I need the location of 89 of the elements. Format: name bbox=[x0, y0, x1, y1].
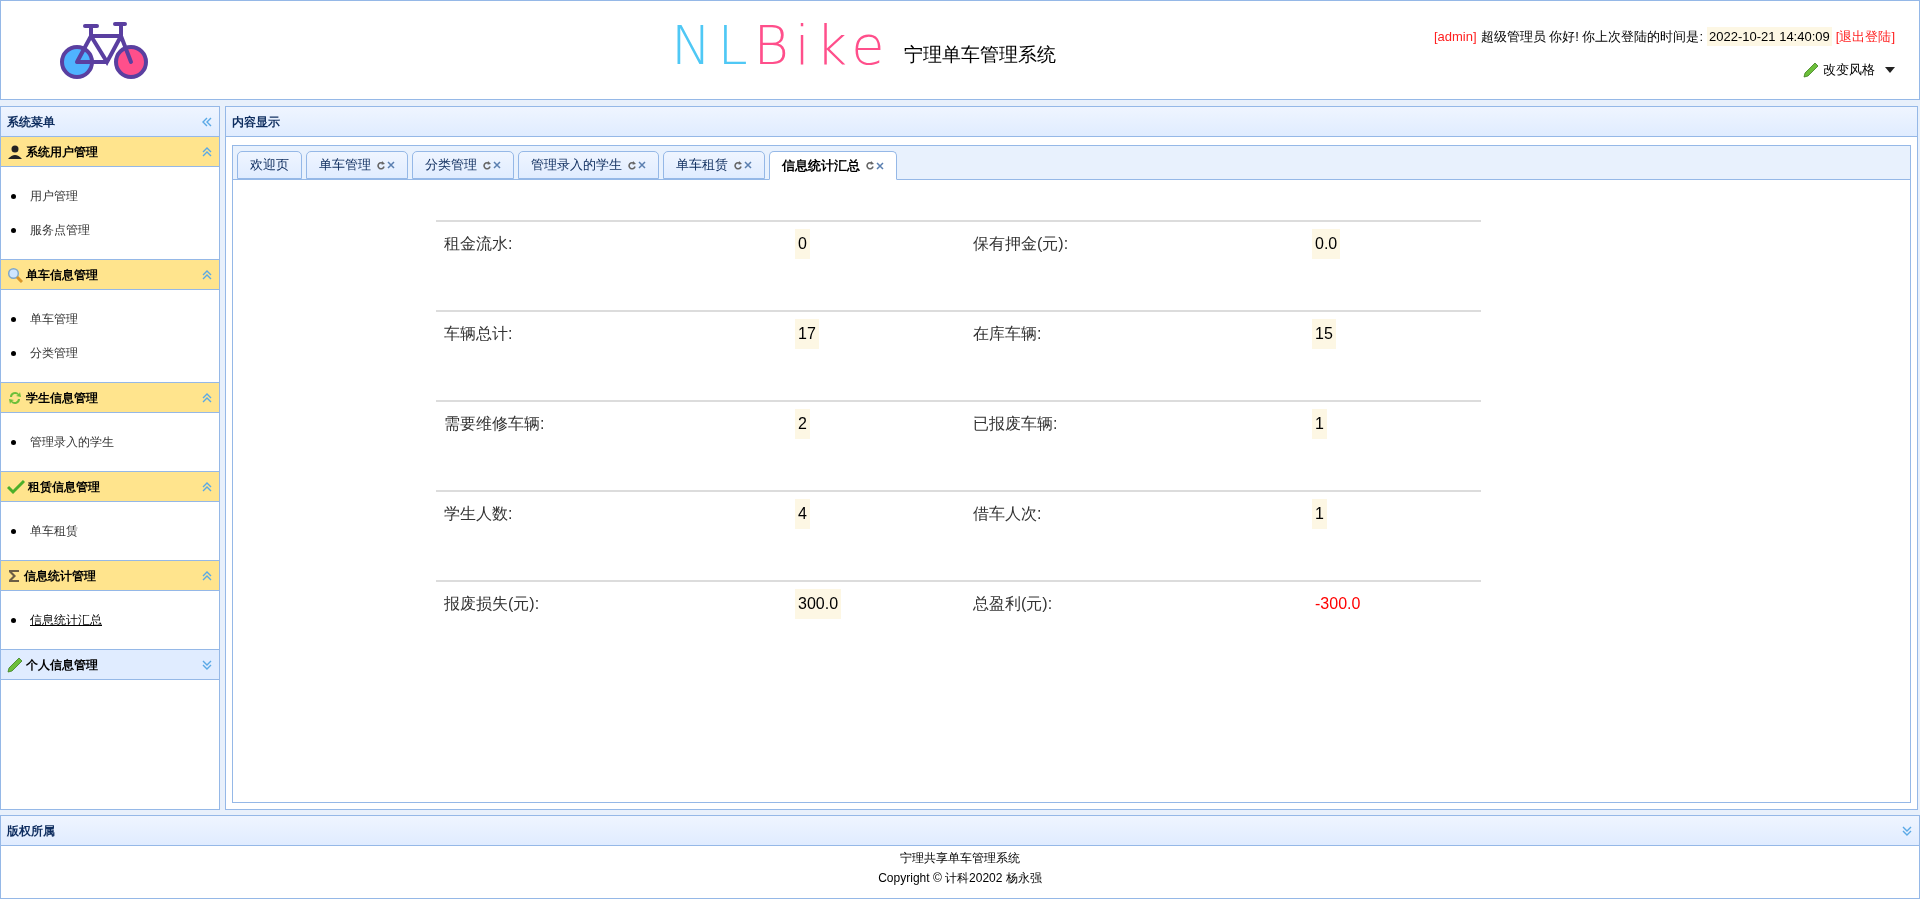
caret-icon bbox=[1885, 66, 1895, 73]
stat-label: 已报废车辆: bbox=[972, 414, 1059, 434]
bullet-icon bbox=[11, 528, 16, 534]
menu-group-header[interactable]: 学生信息管理 bbox=[1, 383, 219, 413]
menu-group-title: 信息统计管理 bbox=[24, 567, 96, 585]
refresh-icon[interactable] bbox=[866, 161, 874, 170]
menu-item[interactable]: 分类管理 bbox=[30, 344, 78, 362]
collapse-icon[interactable] bbox=[201, 145, 213, 158]
collapse-icon[interactable] bbox=[201, 268, 213, 281]
stat-value: 2 bbox=[795, 409, 810, 439]
menu-group-title: 单车信息管理 bbox=[26, 266, 98, 284]
menu-item[interactable]: 单车租赁 bbox=[30, 522, 78, 540]
menu-item[interactable]: 管理录入的学生 bbox=[30, 433, 114, 451]
menu-group-title: 租赁信息管理 bbox=[28, 478, 100, 496]
close-icon[interactable] bbox=[387, 161, 395, 169]
tab[interactable]: 管理录入的学生 bbox=[518, 151, 659, 179]
stat-label: 租金流水: bbox=[443, 234, 514, 254]
bullet-icon bbox=[11, 617, 16, 623]
pencil-icon bbox=[1803, 61, 1819, 78]
menu-group-header[interactable]: 信息统计管理 bbox=[1, 561, 219, 591]
close-icon[interactable] bbox=[744, 161, 752, 169]
menu-item[interactable]: 信息统计汇总 bbox=[30, 611, 102, 629]
stat-value: 0.0 bbox=[1312, 229, 1341, 259]
footer-text: 宁理共享单车管理系统 bbox=[900, 850, 1020, 867]
content-title: 内容显示 bbox=[232, 113, 280, 131]
stat-value: 1 bbox=[1312, 409, 1327, 439]
sidebar-title: 系统菜单 bbox=[7, 113, 55, 131]
footer-text: Copyright © 计科20202 杨永强 bbox=[878, 870, 1042, 887]
tab[interactable]: 单车管理 bbox=[306, 151, 408, 179]
menu-item[interactable]: 单车管理 bbox=[30, 310, 78, 328]
collapse-icon[interactable] bbox=[201, 569, 213, 582]
refresh-icon[interactable] bbox=[377, 160, 385, 170]
expand-icon[interactable] bbox=[1901, 824, 1913, 837]
refresh-icon[interactable] bbox=[734, 160, 742, 170]
system-name: 宁理单车管理系统 bbox=[904, 42, 1057, 67]
collapse-icon[interactable] bbox=[201, 480, 213, 493]
refresh-icon[interactable] bbox=[483, 160, 491, 170]
bullet-icon bbox=[11, 227, 16, 233]
stat-label: 在库车辆: bbox=[972, 324, 1043, 344]
change-style-menu[interactable]: 改变风格 bbox=[1803, 60, 1895, 80]
stat-value: 17 bbox=[795, 319, 819, 349]
stat-label: 车辆总计: bbox=[443, 324, 514, 344]
collapse-icon[interactable] bbox=[201, 115, 213, 128]
stat-value: 300.0 bbox=[795, 589, 842, 619]
tab[interactable]: 分类管理 bbox=[412, 151, 514, 179]
bullet-icon bbox=[11, 193, 16, 199]
search-icon bbox=[7, 266, 23, 283]
menu-group-header[interactable]: 系统用户管理 bbox=[1, 137, 219, 167]
menu-group-title: 个人信息管理 bbox=[26, 656, 98, 674]
menu-group-header[interactable]: 个人信息管理 bbox=[1, 650, 219, 680]
checkmark-icon bbox=[7, 478, 25, 495]
greeting-text: 超级管理员 你好! 你上次登陆的时间是: bbox=[1480, 27, 1704, 46]
menu-item[interactable]: 服务点管理 bbox=[30, 221, 90, 239]
user-icon bbox=[7, 143, 23, 160]
tab[interactable]: 单车租赁 bbox=[663, 151, 765, 179]
stat-label: 报废损失(元): bbox=[443, 594, 541, 614]
menu-group-header[interactable]: 单车信息管理 bbox=[1, 260, 219, 290]
refresh-icon[interactable] bbox=[628, 160, 636, 170]
collapse-icon[interactable] bbox=[201, 391, 213, 404]
sigma-icon bbox=[7, 567, 21, 584]
stat-label: 借车人次: bbox=[972, 504, 1043, 524]
tab[interactable]: 欢迎页 bbox=[237, 151, 302, 179]
bullet-icon bbox=[11, 316, 16, 322]
close-icon[interactable] bbox=[493, 161, 501, 169]
stat-label: 学生人数: bbox=[443, 504, 514, 524]
bullet-icon bbox=[11, 350, 16, 356]
stat-label: 保有押金(元): bbox=[972, 234, 1070, 254]
stat-value: 1 bbox=[1312, 499, 1327, 529]
stat-label: 需要维修车辆: bbox=[443, 414, 546, 434]
menu-group-title: 学生信息管理 bbox=[26, 389, 98, 407]
stat-value: 0 bbox=[795, 229, 810, 259]
last-login-time: 2022-10-21 14:40:09 bbox=[1707, 26, 1832, 46]
stat-value: -300.0 bbox=[1314, 594, 1362, 614]
close-icon[interactable] bbox=[638, 161, 646, 169]
footer-title: 版权所属 bbox=[7, 822, 55, 840]
refresh-icon bbox=[7, 389, 23, 406]
pencil-icon bbox=[7, 656, 23, 673]
close-icon[interactable] bbox=[876, 161, 884, 170]
expand-icon[interactable] bbox=[201, 658, 213, 671]
menu-item[interactable]: 用户管理 bbox=[30, 187, 78, 205]
menu-group-header[interactable]: 租赁信息管理 bbox=[1, 472, 219, 502]
stat-value: 15 bbox=[1312, 319, 1336, 349]
logout-link[interactable]: [退出登陆] bbox=[1835, 26, 1895, 46]
stat-label: 总盈利(元): bbox=[972, 594, 1054, 614]
menu-group-title: 系统用户管理 bbox=[26, 143, 98, 161]
tab[interactable]: 信息统计汇总 bbox=[769, 151, 897, 180]
bullet-icon bbox=[11, 439, 16, 445]
user-tag: [admin] bbox=[1433, 26, 1477, 46]
stat-value: 4 bbox=[795, 499, 810, 529]
